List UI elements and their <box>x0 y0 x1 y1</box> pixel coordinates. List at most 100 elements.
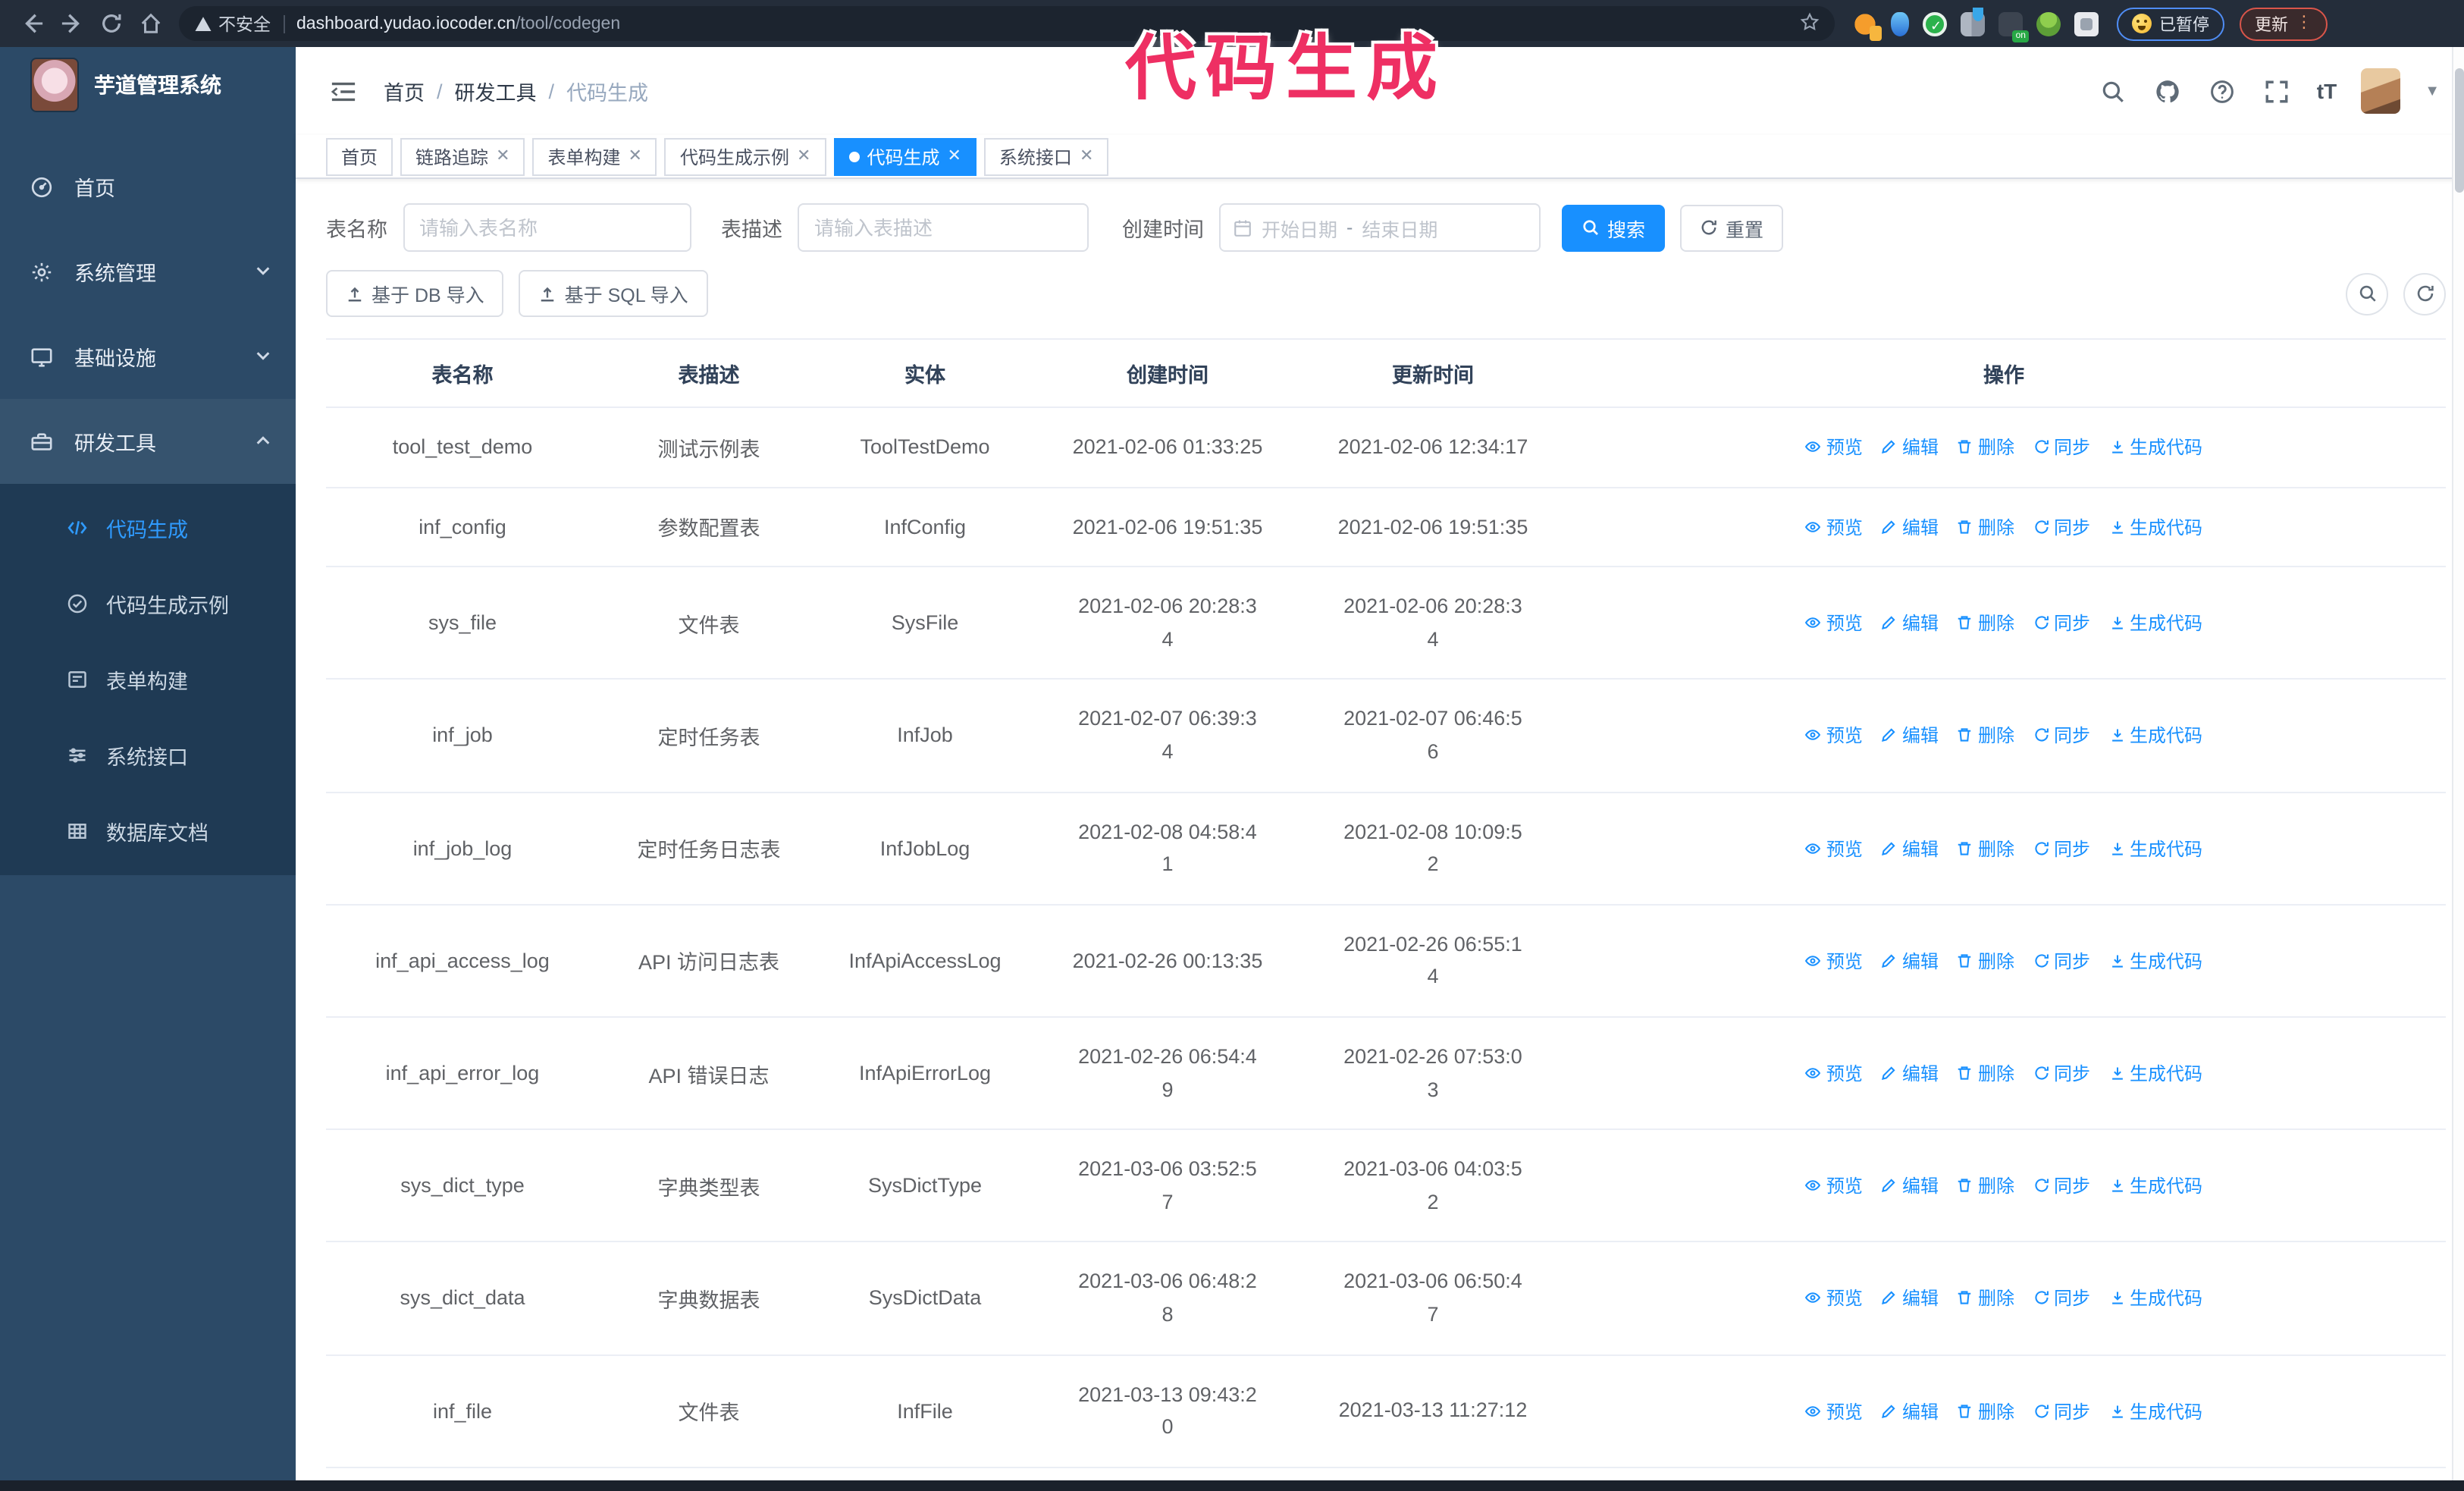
sidebar-item-system-api[interactable]: 系统接口 <box>0 717 296 793</box>
sync-link[interactable]: 同步 <box>2033 1398 2090 1424</box>
generate-code-link[interactable]: 生成代码 <box>2108 1060 2202 1086</box>
delete-link[interactable]: 删除 <box>1957 835 2014 861</box>
github-icon[interactable] <box>2153 76 2183 106</box>
close-tab-icon[interactable]: ✕ <box>797 148 810 165</box>
import-db-button[interactable]: 基于 DB 导入 <box>326 270 504 317</box>
browser-forward-icon[interactable] <box>52 4 91 43</box>
user-menu-caret-icon[interactable]: ▼ <box>2425 83 2440 99</box>
fullscreen-icon[interactable] <box>2262 76 2293 106</box>
preview-link[interactable]: 预览 <box>1805 1398 1863 1424</box>
generate-code-link[interactable]: 生成代码 <box>2108 723 2202 749</box>
sync-link[interactable]: 同步 <box>2033 611 2090 636</box>
edit-link[interactable]: 编辑 <box>1881 514 1939 540</box>
edit-link[interactable]: 编辑 <box>1881 611 1939 636</box>
scrollbar-thumb[interactable] <box>2455 68 2464 193</box>
edit-link[interactable]: 编辑 <box>1881 723 1939 749</box>
browser-scrollbar[interactable] <box>2452 47 2464 1480</box>
sync-link[interactable]: 同步 <box>2033 1060 2090 1086</box>
sync-link[interactable]: 同步 <box>2033 1172 2090 1198</box>
delete-link[interactable]: 删除 <box>1957 1172 2014 1198</box>
grid-extension-icon[interactable] <box>1961 7 1985 36</box>
security-warning[interactable]: 不安全 <box>194 11 271 36</box>
preview-link[interactable]: 预览 <box>1805 1060 1863 1086</box>
sync-link[interactable]: 同步 <box>2033 435 2090 460</box>
preview-link[interactable]: 预览 <box>1805 1172 1863 1198</box>
generate-code-link[interactable]: 生成代码 <box>2108 1398 2202 1424</box>
preview-link[interactable]: 预览 <box>1805 514 1863 540</box>
edit-link[interactable]: 编辑 <box>1881 1172 1939 1198</box>
delete-link[interactable]: 删除 <box>1957 611 2014 636</box>
browser-update-button[interactable]: 更新 ⋮ <box>2240 7 2328 40</box>
view-tab[interactable]: 代码生成示例 ✕ <box>664 138 826 176</box>
dark-on-extension-icon[interactable]: on <box>1998 11 2029 42</box>
profile-paused-chip[interactable]: 已暂停 <box>2117 7 2224 40</box>
close-tab-icon[interactable]: ✕ <box>947 148 961 165</box>
toggle-search-button[interactable] <box>2346 272 2388 315</box>
close-tab-icon[interactable]: ✕ <box>1080 148 1093 165</box>
bookmark-star-icon[interactable] <box>1800 11 1820 36</box>
green-plant-extension-icon[interactable] <box>2036 11 2061 36</box>
edit-link[interactable]: 编辑 <box>1881 435 1939 460</box>
edit-link[interactable]: 编辑 <box>1881 835 1939 861</box>
generate-code-link[interactable]: 生成代码 <box>2108 611 2202 636</box>
view-tab[interactable]: 首页 <box>326 138 393 176</box>
sidebar-item-infra[interactable]: 基础设施 <box>0 314 296 399</box>
view-tab[interactable]: 系统接口 ✕ <box>983 138 1109 176</box>
sync-link[interactable]: 同步 <box>2033 723 2090 749</box>
search-button[interactable]: 搜索 <box>1562 204 1666 251</box>
browser-reload-icon[interactable] <box>91 4 130 43</box>
delete-link[interactable]: 删除 <box>1957 1060 2014 1086</box>
delete-link[interactable]: 删除 <box>1957 948 2014 974</box>
breadcrumb-item[interactable]: 首页 <box>384 76 425 106</box>
sync-link[interactable]: 同步 <box>2033 835 2090 861</box>
view-tab[interactable]: 链路追踪 ✕ <box>400 138 525 176</box>
address-bar[interactable]: 不安全 dashboard.yudao.iocoder.cn/tool/code… <box>179 6 1835 41</box>
refresh-table-button[interactable] <box>2403 272 2446 315</box>
preview-link[interactable]: 预览 <box>1805 723 1863 749</box>
edit-link[interactable]: 编辑 <box>1881 1060 1939 1086</box>
preview-link[interactable]: 预览 <box>1805 611 1863 636</box>
delete-link[interactable]: 删除 <box>1957 723 2014 749</box>
table-desc-input[interactable] <box>814 216 1072 239</box>
sync-link[interactable]: 同步 <box>2033 514 2090 540</box>
sidebar-item-codegen-example[interactable]: 代码生成示例 <box>0 566 296 642</box>
green-check-extension-icon[interactable]: ✓ <box>1923 11 1947 36</box>
sidebar-item-home[interactable]: 首页 <box>0 144 296 229</box>
sidebar-item-codegen[interactable]: 代码生成 <box>0 490 296 566</box>
generate-code-link[interactable]: 生成代码 <box>2108 1285 2202 1311</box>
import-sql-button[interactable]: 基于 SQL 导入 <box>519 270 708 317</box>
help-question-icon[interactable] <box>2208 76 2238 106</box>
app-logo[interactable]: 芋道管理系统 <box>0 47 296 123</box>
edit-link[interactable]: 编辑 <box>1881 1398 1939 1424</box>
generate-code-link[interactable]: 生成代码 <box>2108 1172 2202 1198</box>
delete-link[interactable]: 删除 <box>1957 435 2014 460</box>
table-name-input[interactable] <box>419 216 674 239</box>
view-tab[interactable]: 代码生成 ✕ <box>833 138 977 176</box>
user-avatar[interactable] <box>2361 68 2401 114</box>
kebab-menu-icon[interactable]: ⋮ <box>2296 14 2312 32</box>
preview-link[interactable]: 预览 <box>1805 435 1863 460</box>
browser-home-icon[interactable] <box>130 4 170 43</box>
preview-link[interactable]: 预览 <box>1805 948 1863 974</box>
sync-link[interactable]: 同步 <box>2033 948 2090 974</box>
view-tab[interactable]: 表单构建 ✕ <box>532 138 657 176</box>
generate-code-link[interactable]: 生成代码 <box>2108 435 2202 460</box>
edit-link[interactable]: 编辑 <box>1881 1285 1939 1311</box>
sidebar-item-system[interactable]: 系统管理 <box>0 229 296 314</box>
generate-code-link[interactable]: 生成代码 <box>2108 514 2202 540</box>
sidebar-item-devtools[interactable]: 研发工具 <box>0 399 296 484</box>
generate-code-link[interactable]: 生成代码 <box>2108 948 2202 974</box>
preview-link[interactable]: 预览 <box>1805 835 1863 861</box>
close-tab-icon[interactable]: ✕ <box>629 148 642 165</box>
reset-button[interactable]: 重置 <box>1680 204 1784 251</box>
browser-back-icon[interactable] <box>12 4 52 43</box>
edit-link[interactable]: 编辑 <box>1881 948 1939 974</box>
sidebar-toggle-hamburger-icon[interactable] <box>326 74 359 108</box>
generate-code-link[interactable]: 生成代码 <box>2108 835 2202 861</box>
puzzle-extension-icon[interactable] <box>2074 11 2099 36</box>
sidebar-item-db-doc[interactable]: 数据库文档 <box>0 793 296 869</box>
delete-link[interactable]: 删除 <box>1957 1285 2014 1311</box>
font-size-icon[interactable]: tT <box>2317 79 2337 103</box>
preview-link[interactable]: 预览 <box>1805 1285 1863 1311</box>
delete-link[interactable]: 删除 <box>1957 514 2014 540</box>
